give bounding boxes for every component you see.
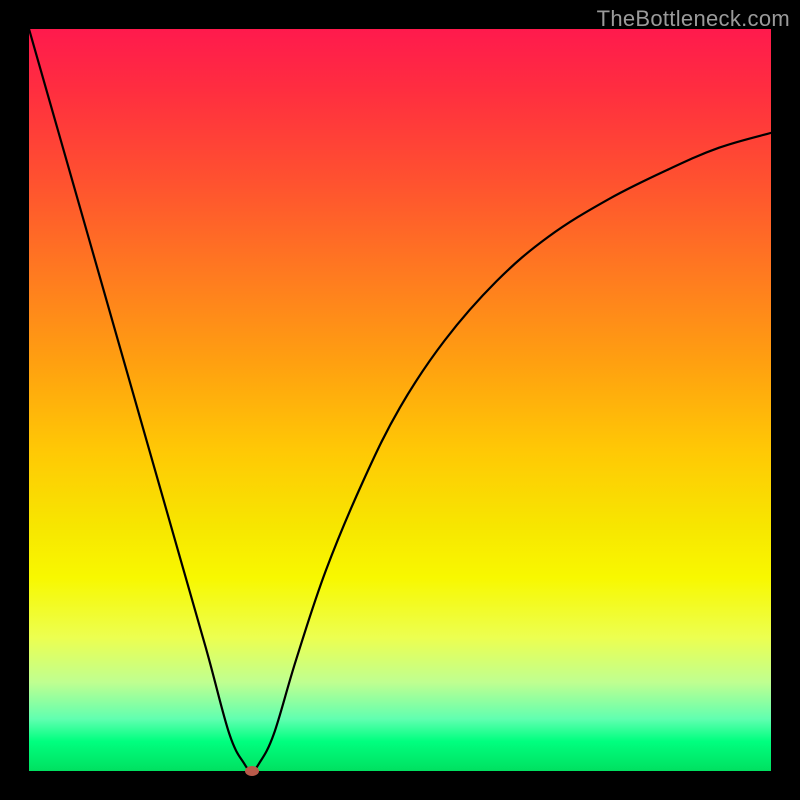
- curve-path: [29, 29, 771, 771]
- chart-frame: TheBottleneck.com: [0, 0, 800, 800]
- watermark-text: TheBottleneck.com: [597, 6, 790, 32]
- minimum-marker: [245, 766, 259, 776]
- plot-area: [29, 29, 771, 771]
- bottleneck-curve: [29, 29, 771, 771]
